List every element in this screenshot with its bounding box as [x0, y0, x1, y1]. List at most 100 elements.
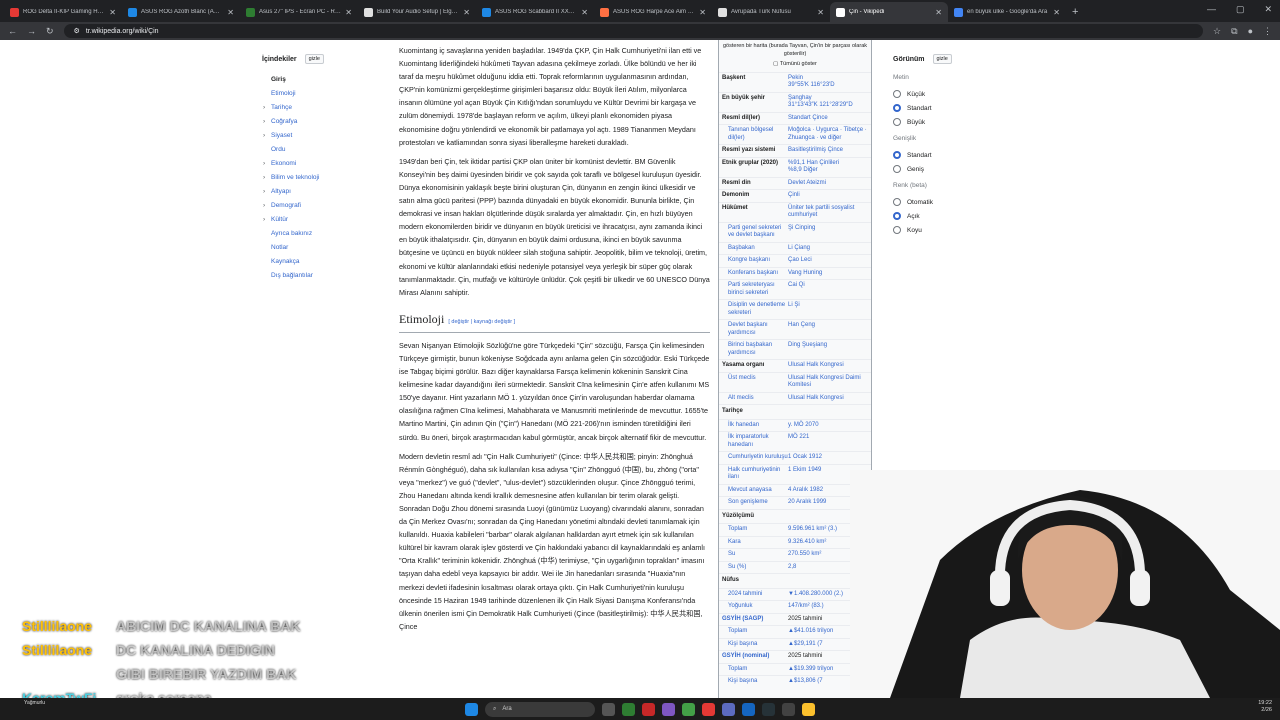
xbox-icon[interactable] [682, 702, 695, 716]
toc-item[interactable]: Dış bağlantılar [262, 272, 382, 286]
extensions-icon[interactable]: ⧉ [1231, 26, 1237, 37]
site-info-icon[interactable]: ⚙ [74, 27, 80, 35]
chevron-right-icon[interactable]: › [263, 216, 265, 223]
close-window-icon[interactable]: ✕ [1264, 4, 1272, 15]
infobox-value[interactable]: Ulusal Halk Kongresi [788, 362, 868, 370]
radio-icon[interactable] [893, 212, 901, 220]
appearance-radio-option[interactable]: Standart [893, 101, 1013, 115]
close-tab-icon[interactable]: ✕ [699, 8, 706, 17]
infobox-value[interactable]: %91,1 Han Çinlileri %8,9 Diğer [788, 160, 868, 175]
infobox-value[interactable]: Basitleştirilmiş Çince [788, 147, 868, 155]
infobox-value[interactable]: Han Çeng [788, 322, 868, 337]
close-tab-icon[interactable]: ✕ [817, 8, 824, 17]
toc-item[interactable]: › Demografi [262, 202, 382, 216]
infobox-value[interactable]: MÖ 221 [788, 434, 868, 449]
chevron-right-icon[interactable]: › [263, 118, 265, 125]
infobox-value[interactable]: Li Çiang [788, 245, 868, 253]
edit-links[interactable]: [ değiştir | kaynağı değiştir ] [448, 319, 515, 325]
close-tab-icon[interactable]: ✕ [345, 8, 352, 17]
infobox-value[interactable]: Devlet Ateizmi [788, 180, 868, 188]
infobox-value[interactable]: y. MÖ 2070 [788, 422, 868, 430]
browser-tab[interactable]: Çin - Vikipedi ✕ [830, 2, 948, 22]
infobox-value[interactable]: Ulusal Halk Kongresi [788, 395, 868, 403]
radio-icon[interactable] [893, 104, 901, 112]
app-icon[interactable] [702, 702, 715, 716]
radio-icon[interactable] [893, 151, 901, 159]
back-icon[interactable]: ← [8, 26, 17, 36]
chevron-right-icon[interactable]: › [263, 160, 265, 167]
show-all-link[interactable]: ▢ Tümünü göster [719, 61, 871, 72]
steam-icon[interactable] [762, 702, 775, 716]
chevron-right-icon[interactable]: › [263, 202, 265, 209]
appearance-radio-option[interactable]: Standart [893, 148, 1013, 162]
close-tab-icon[interactable]: ✕ [935, 8, 942, 17]
toc-item[interactable]: › Coğrafya [262, 118, 382, 132]
radio-icon[interactable] [893, 90, 901, 98]
toc-item[interactable]: › Siyaset [262, 132, 382, 146]
infobox-value[interactable]: Üniter tek partili sosyalist cumhuriyet [788, 205, 868, 220]
forward-icon[interactable]: → [27, 26, 36, 36]
chrome-icon[interactable] [802, 702, 815, 716]
browser-tab[interactable]: Build Your Audio Setup | Elgato ✕ [358, 2, 476, 22]
infobox-value[interactable]: Cai Qi [788, 282, 868, 297]
chevron-right-icon[interactable]: › [263, 188, 265, 195]
browser-tab[interactable]: en büyük ülke - Google'da Ara ✕ [948, 2, 1066, 22]
infobox-value[interactable]: Pekin 39°55′K 116°23′D [788, 75, 868, 90]
bookmark-star-icon[interactable]: ☆ [1213, 26, 1221, 37]
infobox-value[interactable]: Ulusal Halk Kongresi Daimi Komitesi [788, 375, 868, 390]
toc-item[interactable]: › Kültür [262, 216, 382, 230]
toc-item[interactable]: Giriş [262, 76, 382, 90]
url-input[interactable]: ⚙ tr.wikipedia.org/wiki/Çin [63, 24, 1204, 38]
infobox-value[interactable]: Standart Çince [788, 115, 868, 123]
discord-icon[interactable] [722, 702, 735, 716]
new-tab-button[interactable]: + [1072, 2, 1078, 22]
chevron-right-icon[interactable]: › [263, 132, 265, 139]
toc-item[interactable]: Etimoloji [262, 90, 382, 104]
infobox-value[interactable]: Li Şi [788, 302, 868, 317]
weather-widget[interactable]: Yağmurlu [24, 700, 45, 707]
infobox-value[interactable]: Şi Cinping [788, 225, 868, 240]
reload-icon[interactable]: ↻ [46, 26, 54, 37]
minimize-icon[interactable]: — [1207, 4, 1216, 15]
browser-tab[interactable]: ASUS ROG Azoth Blanc (AZERTY) ✕ [122, 2, 240, 22]
browser-tab[interactable]: Asus 27" IPS - Ecran PC - Rue du ✕ [240, 2, 358, 22]
maximize-icon[interactable]: ▢ [1236, 4, 1245, 15]
close-tab-icon[interactable]: ✕ [463, 8, 470, 17]
close-tab-icon[interactable]: ✕ [227, 8, 234, 17]
chevron-right-icon[interactable]: › [263, 174, 265, 181]
app-icon[interactable] [622, 702, 635, 716]
appearance-radio-option[interactable]: Büyük [893, 115, 1013, 129]
toc-item[interactable]: › Altyapı [262, 188, 382, 202]
infobox-value[interactable]: Ding Şueşiang [788, 342, 868, 357]
infobox-value[interactable]: Vang Huning [788, 270, 868, 278]
task-view-icon[interactable] [602, 702, 615, 716]
radio-icon[interactable] [893, 118, 901, 126]
infobox-value[interactable]: Çao Leci [788, 257, 868, 265]
browser-tab[interactable]: ASUS ROG Harpe Ace Aim Lab ✕ [594, 2, 712, 22]
toc-item[interactable]: Ordu [262, 146, 382, 160]
toc-item[interactable]: › Bilim ve teknoloji [262, 174, 382, 188]
appearance-radio-option[interactable]: Koyu [893, 223, 1013, 237]
radio-icon[interactable] [893, 226, 901, 234]
app-icon[interactable] [742, 702, 755, 716]
infobox-value[interactable]: Şanghay 31°13′43″K 121°28′29″D [788, 95, 868, 110]
appearance-radio-option[interactable]: Küçük [893, 87, 1013, 101]
app-icon[interactable] [782, 702, 795, 716]
radio-icon[interactable] [893, 198, 901, 206]
close-tab-icon[interactable]: ✕ [581, 8, 588, 17]
appearance-radio-option[interactable]: Geniş [893, 162, 1013, 176]
app-icon[interactable] [662, 702, 675, 716]
toc-hide-button[interactable]: gizle [304, 54, 324, 64]
clock[interactable]: 19:22 2/26 [1258, 700, 1272, 714]
appearance-radio-option[interactable]: Açık [893, 209, 1013, 223]
infobox-value[interactable]: Moğolca · Uygurca · Tibetçe · Zhuangca ·… [788, 127, 868, 142]
browser-tab[interactable]: ROG Delta II-KIP Gaming Head ✕ [4, 2, 122, 22]
app-icon[interactable] [642, 702, 655, 716]
close-tab-icon[interactable]: ✕ [109, 8, 116, 17]
toc-item[interactable]: Notlar [262, 244, 382, 258]
browser-tab[interactable]: ASUS ROG Scabbard II XXL (Ani ✕ [476, 2, 594, 22]
infobox-value[interactable]: Çinli [788, 192, 868, 200]
infobox-value[interactable]: 1 Ocak 1912 [788, 454, 868, 462]
appearance-hide-button[interactable]: gizle [932, 54, 952, 64]
windows-start-icon[interactable] [465, 702, 478, 716]
